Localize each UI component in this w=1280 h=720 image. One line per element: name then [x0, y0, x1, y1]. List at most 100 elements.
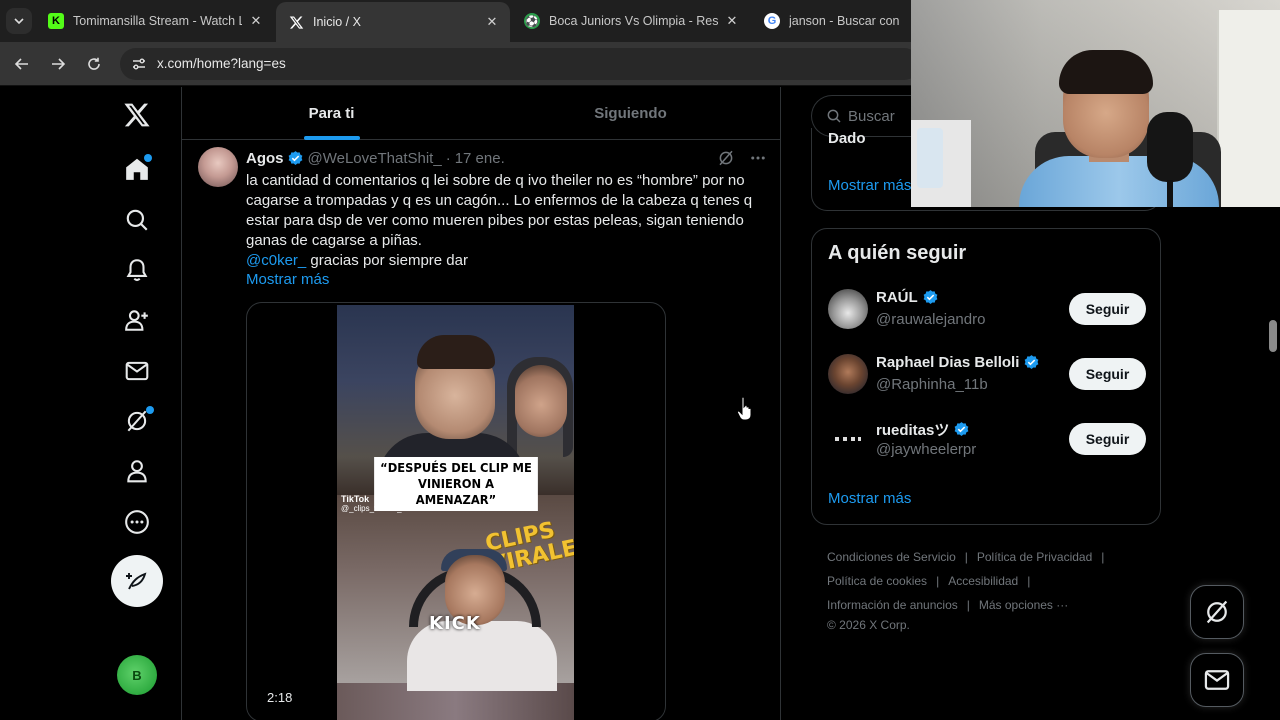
follow-suggestion[interactable]: RAÚL @rauwalejandro Seguir [812, 278, 1162, 342]
user-avatar[interactable] [828, 289, 868, 329]
compose-post-button[interactable] [111, 555, 163, 607]
more-circle-icon [125, 510, 149, 534]
tweet-video[interactable]: “DESPUÉS DEL CLIP ME VINIERON A AMENAZAR… [246, 302, 666, 720]
follow-button[interactable]: Seguir [1069, 358, 1146, 390]
nav-messages[interactable] [112, 346, 162, 396]
grok-icon[interactable] [717, 149, 735, 167]
notification-dot [146, 406, 154, 414]
tab-title: Tomimansilla Stream - Watch Live [73, 14, 242, 28]
author-name[interactable]: Agos [246, 150, 284, 167]
chevron-down-icon [14, 18, 24, 25]
grok-floating-button[interactable] [1190, 585, 1244, 639]
user-handle[interactable]: @Raphinha_11b [876, 376, 988, 393]
browser-tab-kick[interactable]: K Tomimansilla Stream - Watch Live ✕ [36, 0, 274, 42]
site-info-icon[interactable] [128, 53, 150, 75]
feed-tabs: Para ti Siguiendo [182, 87, 781, 140]
search-icon [126, 209, 148, 231]
trends-show-more[interactable]: Mostrar más [828, 177, 911, 194]
follow-suggestion[interactable]: Raphael Dias Belloli @Raphinha_11b Segui… [812, 343, 1162, 407]
footer-link-privacy[interactable]: Política de Privacidad [977, 545, 1092, 569]
follow-button[interactable]: Seguir [1069, 423, 1146, 455]
search-icon [827, 109, 841, 123]
reload-icon [88, 57, 100, 70]
soccer-icon: ⚽ [524, 13, 540, 29]
follow-suggestion[interactable]: rueditasツ @jaywheelerpr Seguir [812, 408, 1162, 472]
user-name[interactable]: rueditasツ [876, 419, 949, 440]
tiktok-logo-text: TikTok [341, 494, 370, 504]
nav-home[interactable] [112, 144, 162, 194]
tab-label: Para ti [308, 105, 355, 122]
footer-link-cookies[interactable]: Política de cookies [827, 569, 927, 593]
footer-link-more[interactable]: Más opciones ··· [979, 593, 1068, 617]
envelope-icon [125, 361, 149, 381]
close-tab-icon[interactable]: ✕ [724, 13, 740, 29]
show-more-link[interactable]: Mostrar más [246, 271, 329, 288]
nav-notifications[interactable] [112, 245, 162, 295]
follow-button[interactable]: Seguir [1069, 293, 1146, 325]
footer-link-accessibility[interactable]: Accesibilidad [948, 569, 1018, 593]
tiktok-handle: @_clips_virales_remastered [341, 504, 443, 513]
forward-button[interactable] [46, 52, 70, 76]
user-avatar[interactable] [828, 419, 868, 459]
close-tab-icon[interactable]: ✕ [484, 14, 500, 30]
tweet-tools [717, 149, 767, 167]
nav-more[interactable] [112, 497, 162, 547]
tab-for-you[interactable]: Para ti [182, 87, 481, 140]
user-name[interactable]: RAÚL [876, 289, 918, 306]
account-avatar[interactable]: B [117, 655, 157, 695]
browser-tab-x[interactable]: Inicio / X ✕ [276, 2, 510, 42]
nav-profile[interactable] [112, 446, 162, 496]
url-text: x.com/home?lang=es [157, 56, 286, 71]
google-icon: G [764, 13, 780, 29]
tweet-date[interactable]: 17 ene. [455, 150, 505, 167]
browser-tab-google[interactable]: G janson - Buscar con Google [752, 0, 912, 42]
nav-follow[interactable] [112, 295, 162, 345]
address-bar[interactable]: x.com/home?lang=es [120, 48, 920, 80]
back-button[interactable] [10, 52, 34, 76]
tweet[interactable]: Agos @WeLoveThatShit_ · 17 ene. la canti… [182, 141, 781, 720]
x-logo-icon [124, 103, 150, 127]
user-name[interactable]: Raphael Dias Belloli [876, 354, 1019, 371]
footer-link-ads-info[interactable]: Información de anuncios [827, 593, 958, 617]
footer-link-terms[interactable]: Condiciones de Servicio [827, 545, 956, 569]
arrow-left-icon [14, 58, 28, 70]
reload-button[interactable] [82, 52, 106, 76]
nav-grok[interactable] [112, 396, 162, 446]
kick-icon: K [48, 13, 64, 29]
sidebar-footer: Condiciones de Servicio | Política de Pri… [827, 545, 1157, 633]
trend-item-cut[interactable]: Dado [828, 130, 866, 147]
close-tab-icon[interactable]: ✕ [248, 13, 264, 29]
hand-cursor-icon [736, 396, 752, 421]
tab-title: Inicio / X [313, 15, 361, 29]
timeline: Para ti Siguiendo Agos @WeLoveThatShit_ … [182, 87, 781, 720]
more-horizontal-icon[interactable] [749, 149, 767, 167]
user-avatar[interactable] [828, 354, 868, 394]
who-to-follow-show-more[interactable]: Mostrar más [828, 490, 911, 507]
tweet-header: Agos @WeLoveThatShit_ · 17 ene. [246, 148, 505, 168]
nav-explore[interactable] [112, 195, 162, 245]
scrollbar-thumb[interactable] [1269, 320, 1277, 352]
notification-dot [144, 154, 152, 162]
video-duration: 2:18 [261, 689, 299, 706]
messages-floating-button[interactable] [1190, 653, 1244, 707]
tab-following[interactable]: Siguiendo [481, 87, 780, 140]
arrow-right-icon [52, 58, 66, 70]
verified-badge-icon [288, 150, 302, 165]
search-placeholder: Buscar [848, 107, 895, 125]
user-name-row: RAÚL [876, 289, 939, 306]
tab-title: Boca Juniors Vs Olimpia - Resultados [549, 14, 718, 28]
person-icon [127, 460, 147, 483]
author-handle[interactable]: @WeLoveThatShit_ [308, 150, 442, 167]
user-handle[interactable]: @rauwalejandro [876, 311, 985, 328]
mention-link[interactable]: @c0ker_ [246, 252, 306, 269]
x-logo-link[interactable] [112, 90, 162, 140]
user-name-row: rueditasツ [876, 419, 970, 440]
author-avatar[interactable] [198, 147, 238, 187]
kick-logo: KICK [429, 613, 481, 634]
tiktok-watermark: TikTok @_clips_virales_remastered [341, 494, 443, 514]
browser-tab-soccer[interactable]: ⚽ Boca Juniors Vs Olimpia - Resultados ✕ [512, 0, 750, 42]
user-handle[interactable]: @jaywheelerpr [876, 441, 976, 458]
tab-search-button[interactable] [6, 8, 32, 34]
tab-title: janson - Buscar con Google [789, 14, 902, 28]
primary-nav: B [0, 87, 182, 720]
